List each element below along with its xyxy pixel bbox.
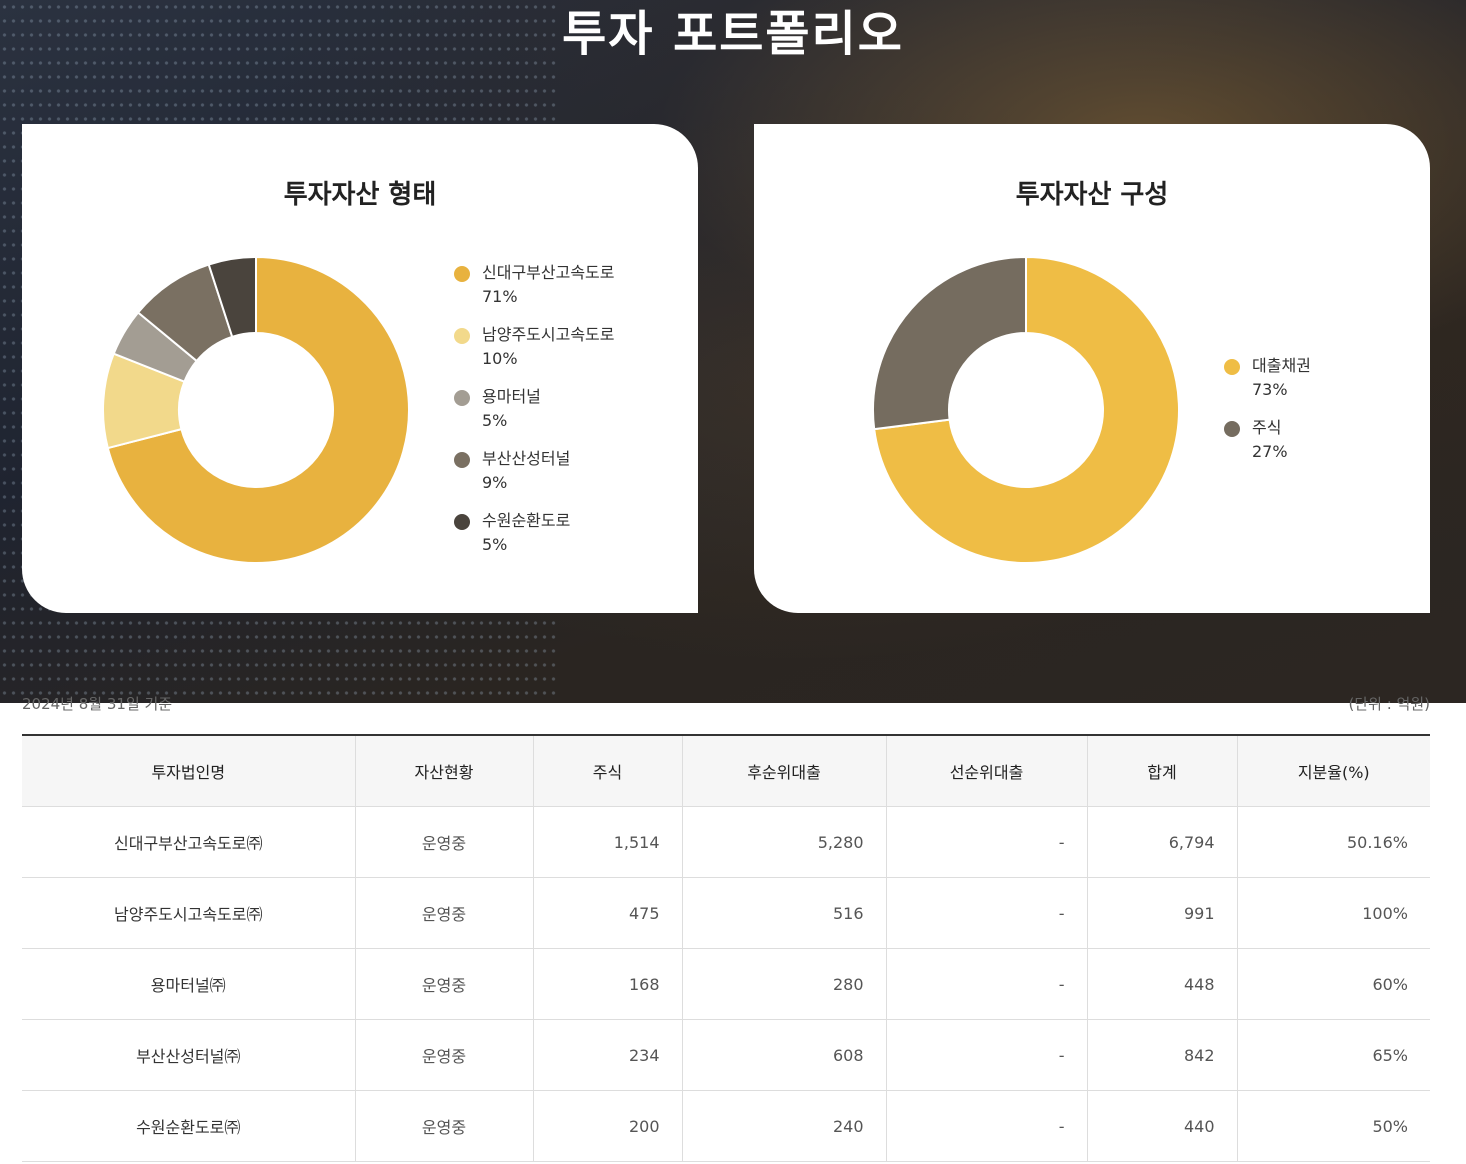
table-row: 남양주도시고속도로㈜ 운영중 475 516 - 991 100%	[22, 877, 1430, 949]
senior-loan-cell: -	[885, 1019, 1087, 1091]
column-header: 선순위대출	[885, 734, 1087, 807]
table-header-row: 투자법인명 자산현황 주식 후순위대출 선순위대출 합계 지분율(%)	[22, 734, 1430, 807]
asset-type-card: 투자자산 형태 신대구부산고속도로 71% 남양주도시고속도로 10% 용마터널 5%…	[22, 124, 698, 613]
company-name-cell: 용마터널㈜	[22, 948, 355, 1020]
column-header: 자산현황	[354, 734, 533, 807]
subordinated-loan-cell: 516	[681, 877, 886, 949]
equity-cell: 168	[532, 948, 682, 1020]
asset-type-legend: 신대구부산고속도로 71% 남양주도시고속도로 10% 용마터널 5% 부산산성터널 9…	[454, 261, 614, 571]
senior-loan-cell: -	[885, 806, 1087, 878]
status-cell: 운영중	[354, 877, 533, 949]
reference-date: 2024년 8월 31일 기준	[22, 695, 173, 713]
legend-label: 수원순환도로	[482, 511, 571, 530]
asset-composition-card: 투자자산 구성 대출채권 73% 주식 27%	[754, 124, 1430, 613]
asset-composition-donut-chart	[872, 255, 1180, 564]
hero-banner: 투자 포트폴리오 투자자산 형태 신대구부산고속도로 71% 남양주도시고속도로 1…	[0, 0, 1466, 703]
investment-table: 투자법인명 자산현황 주식 후순위대출 선순위대출 합계 지분율(%) 신대구부…	[22, 734, 1430, 1162]
legend-value: 5%	[482, 535, 508, 554]
legend-label: 신대구부산고속도로	[482, 263, 615, 282]
legend-item: 신대구부산고속도로 71%	[454, 261, 614, 323]
page-title: 투자 포트폴리오	[562, 6, 904, 62]
ownership-cell: 100%	[1236, 877, 1430, 949]
unit-note: (단위 : 억원)	[1348, 695, 1431, 713]
total-cell: 440	[1086, 1090, 1237, 1162]
legend-item: 주식 27%	[1224, 416, 1311, 478]
legend-item: 부산산성터널 9%	[454, 447, 614, 509]
legend-value: 5%	[482, 411, 508, 430]
table-row: 신대구부산고속도로㈜ 운영중 1,514 5,280 - 6,794 50.16…	[22, 806, 1430, 878]
legend-value: 9%	[482, 473, 508, 492]
senior-loan-cell: -	[885, 877, 1087, 949]
company-name-cell: 부산산성터널㈜	[22, 1019, 355, 1091]
legend-item: 수원순환도로 5%	[454, 509, 614, 571]
legend-swatch	[454, 514, 470, 530]
legend-swatch	[454, 266, 470, 282]
column-header: 주식	[532, 734, 682, 807]
equity-cell: 475	[532, 877, 682, 949]
column-header: 합계	[1086, 734, 1237, 807]
status-cell: 운영중	[354, 806, 533, 878]
legend-item: 용마터널 5%	[454, 385, 614, 447]
ownership-cell: 50%	[1236, 1090, 1430, 1162]
ownership-cell: 65%	[1236, 1019, 1430, 1091]
legend-value: 27%	[1252, 442, 1288, 461]
senior-loan-cell: -	[885, 948, 1087, 1020]
company-name-cell: 남양주도시고속도로㈜	[22, 877, 355, 949]
legend-label: 부산산성터널	[482, 449, 571, 468]
legend-swatch	[454, 390, 470, 406]
pie-slice-2[interactable]	[872, 255, 1027, 431]
legend-swatch	[454, 328, 470, 344]
column-header: 지분율(%)	[1236, 734, 1430, 807]
legend-label: 용마터널	[482, 387, 541, 406]
legend-label: 남양주도시고속도로	[482, 325, 615, 344]
legend-item: 남양주도시고속도로 10%	[454, 323, 614, 385]
legend-label: 주식	[1252, 418, 1282, 437]
ownership-cell: 50.16%	[1236, 806, 1430, 878]
ownership-cell: 60%	[1236, 948, 1430, 1020]
subordinated-loan-cell: 240	[681, 1090, 886, 1162]
legend-value: 71%	[482, 287, 518, 306]
subordinated-loan-cell: 280	[681, 948, 886, 1020]
equity-cell: 200	[532, 1090, 682, 1162]
senior-loan-cell: -	[885, 1090, 1087, 1162]
table-row: 수원순환도로㈜ 운영중 200 240 - 440 50%	[22, 1090, 1430, 1162]
table-row: 부산산성터널㈜ 운영중 234 608 - 842 65%	[22, 1019, 1430, 1091]
total-cell: 991	[1086, 877, 1237, 949]
company-name-cell: 수원순환도로㈜	[22, 1090, 355, 1162]
equity-cell: 1,514	[532, 806, 682, 878]
subordinated-loan-cell: 608	[681, 1019, 886, 1091]
total-cell: 6,794	[1086, 806, 1237, 878]
legend-label: 대출채권	[1252, 356, 1311, 375]
column-header: 투자법인명	[22, 734, 355, 807]
status-cell: 운영중	[354, 948, 533, 1020]
asset-composition-legend: 대출채권 73% 주식 27%	[1224, 354, 1311, 478]
equity-cell: 234	[532, 1019, 682, 1091]
legend-swatch	[1224, 421, 1240, 437]
legend-swatch	[1224, 359, 1240, 375]
subordinated-loan-cell: 5,280	[681, 806, 886, 878]
status-cell: 운영중	[354, 1019, 533, 1091]
legend-item: 대출채권 73%	[1224, 354, 1311, 416]
column-header: 후순위대출	[681, 734, 886, 807]
legend-swatch	[454, 452, 470, 468]
total-cell: 448	[1086, 948, 1237, 1020]
total-cell: 842	[1086, 1019, 1237, 1091]
table-row: 용마터널㈜ 운영중 168 280 - 448 60%	[22, 948, 1430, 1020]
legend-value: 73%	[1252, 380, 1288, 399]
status-cell: 운영중	[354, 1090, 533, 1162]
legend-value: 10%	[482, 349, 518, 368]
company-name-cell: 신대구부산고속도로㈜	[22, 806, 355, 878]
